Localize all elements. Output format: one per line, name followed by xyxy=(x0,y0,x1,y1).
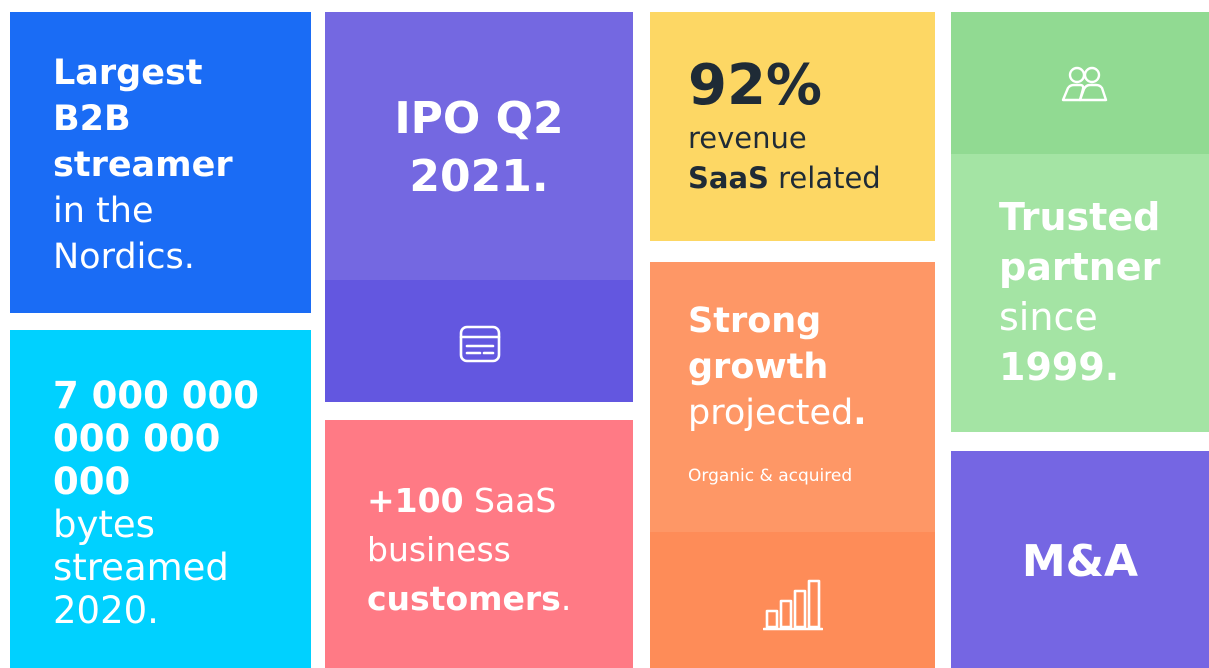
tile-text-line: 000 000 xyxy=(53,417,221,460)
tile-ipo: IPO Q2 2021. xyxy=(325,12,633,402)
bar-chart-icon xyxy=(763,577,823,631)
tile-revenue: 92% revenue SaaS related xyxy=(650,12,935,241)
revenue-related: related xyxy=(768,161,881,195)
tile-text-line: IPO Q2 xyxy=(394,93,564,144)
tile-growth: Strong growth projected. Organic & acqui… xyxy=(650,262,935,668)
tile-text-line: 000 xyxy=(53,460,131,503)
tile-text-line: SaaS related xyxy=(688,158,881,198)
customers-saas: SaaS xyxy=(463,481,557,520)
tile-partner: Trusted partner since 1999. xyxy=(951,12,1209,432)
tile-largest-streamer: Largest B2B streamer in the Nordics. xyxy=(10,12,311,313)
tile-text-line: 2021. xyxy=(409,151,549,202)
tile-text-line: business xyxy=(367,530,511,569)
tile-bytes-streamed: 7 000 000 000 000 000 bytes streamed 202… xyxy=(10,330,311,668)
tile-text-line: partner xyxy=(999,245,1161,289)
tile-text-line: Trusted xyxy=(999,195,1161,239)
calendar-icon xyxy=(458,322,502,366)
tile-text-line: revenue xyxy=(688,121,807,155)
tile-text-line: +100 SaaS xyxy=(367,476,571,525)
tile-text-line: Nordics. xyxy=(53,237,195,277)
tile-text-line: growth xyxy=(688,347,829,387)
tile-text-line: 1999. xyxy=(999,345,1120,389)
users-icon xyxy=(1060,64,1108,104)
tile-ma: M&A xyxy=(951,451,1209,668)
tile-text-line: streamed xyxy=(53,546,229,589)
tile-text-line: customers. xyxy=(367,574,571,623)
customers-word: customers xyxy=(367,579,561,618)
tile-customers: +100 SaaS business customers. xyxy=(325,420,633,668)
growth-dot: . xyxy=(853,393,867,433)
revenue-percent: 92% xyxy=(688,53,823,118)
tile-text-line: bytes xyxy=(53,503,155,546)
customers-count: +100 xyxy=(367,481,464,520)
ma-label: M&A xyxy=(1021,536,1139,587)
tile-text-line: streamer xyxy=(53,145,233,185)
tile-text-line: projected. xyxy=(688,390,867,436)
tile-text-line: B2B xyxy=(53,99,131,139)
tile-text-line: since xyxy=(999,295,1098,339)
tile-text-line: 2020. xyxy=(53,589,159,632)
tile-text-line: 7 000 000 xyxy=(53,374,259,417)
tile-text-line: in the xyxy=(53,191,154,231)
customers-dot: . xyxy=(560,579,572,618)
tile-text-line: Strong xyxy=(688,301,822,341)
tile-text-line: Largest xyxy=(53,53,203,93)
growth-subtitle: Organic & acquired xyxy=(688,466,853,486)
growth-projected: projected xyxy=(688,393,854,433)
revenue-saas: SaaS xyxy=(688,161,769,195)
